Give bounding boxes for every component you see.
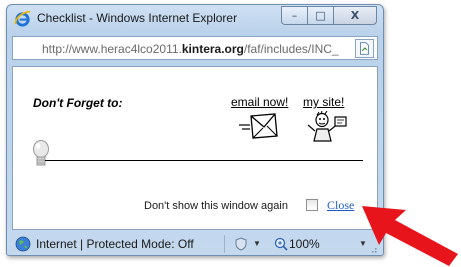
- globe-icon: [15, 236, 31, 252]
- close-link[interactable]: Close: [327, 198, 354, 213]
- title-bar[interactable]: Checklist - Windows Internet Explorer – …: [7, 5, 383, 31]
- close-window-button[interactable]: X: [333, 6, 377, 25]
- zoom-icon[interactable]: [274, 237, 288, 251]
- status-bar: Internet | Protected Mode: Off ▼ 100% ▼: [12, 234, 378, 254]
- zoom-level[interactable]: 100%: [289, 237, 320, 251]
- ie-popup-window: Checklist - Windows Internet Explorer – …: [6, 4, 384, 256]
- my-site-link[interactable]: my site!: [303, 95, 344, 109]
- checklist-heading: Don't Forget to:: [33, 96, 123, 110]
- security-zone-text: Internet | Protected Mode: Off: [36, 237, 194, 251]
- window-controls: – □ X: [281, 6, 377, 25]
- divider-line: [45, 160, 363, 161]
- email-now-link[interactable]: email now!: [231, 95, 288, 109]
- shield-icon[interactable]: [234, 237, 248, 251]
- minimize-button[interactable]: –: [281, 6, 307, 25]
- address-bar[interactable]: http://www.herac4lco2011.kintera.org/faf…: [12, 36, 378, 60]
- dont-show-label: Don't show this window again: [144, 200, 288, 212]
- url-domain: kintera.org: [181, 42, 244, 56]
- window-title: Checklist - Windows Internet Explorer: [37, 11, 238, 25]
- status-separator: [224, 235, 225, 253]
- url-suffix: /faf/includes/INC_: [243, 42, 339, 56]
- person-computer-icon[interactable]: [305, 111, 349, 143]
- internet-explorer-icon: [14, 11, 31, 27]
- maximize-button[interactable]: □: [307, 6, 333, 25]
- red-arrow-annotation: [362, 206, 458, 266]
- popup-content: Don't Forget to: email now! my site! Don…: [12, 66, 378, 230]
- chevron-down-icon[interactable]: ▼: [253, 239, 261, 248]
- dont-show-checkbox[interactable]: [306, 199, 318, 211]
- url-prefix: http://www.herac4lco2011.: [42, 42, 182, 56]
- page-icon[interactable]: [355, 39, 374, 58]
- address-url[interactable]: http://www.herac4lco2011.kintera.org/faf…: [42, 42, 352, 56]
- envelope-icon[interactable]: [239, 112, 279, 140]
- lightbulb-icon: [33, 140, 49, 166]
